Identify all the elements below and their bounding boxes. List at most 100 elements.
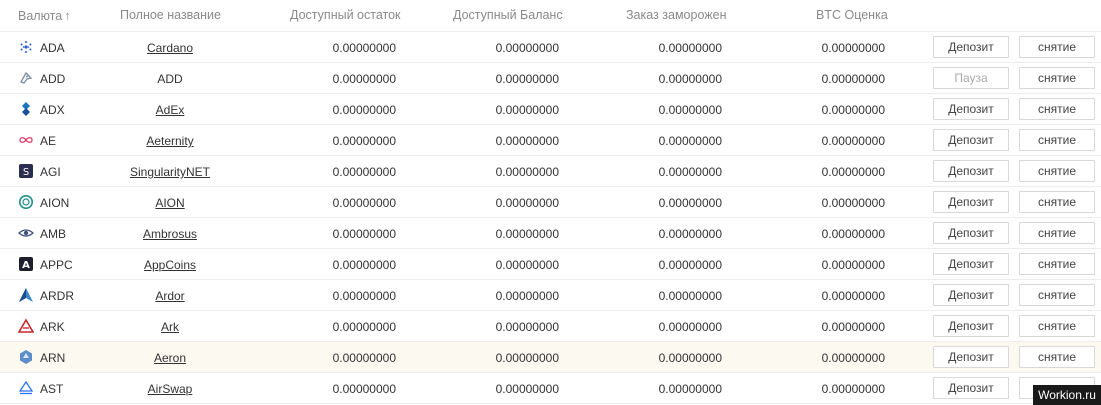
available-remaining-value: 0.00000000 xyxy=(332,351,396,365)
currency-full-name-link[interactable]: Aeternity xyxy=(100,134,240,148)
available-remaining-value: 0.00000000 xyxy=(332,382,396,396)
available-balance-value: 0.00000000 xyxy=(495,134,559,148)
btc-estimate-value: 0.00000000 xyxy=(821,165,885,179)
withdraw-button[interactable]: снятие xyxy=(1019,346,1095,368)
withdraw-button[interactable]: снятие xyxy=(1019,222,1095,244)
ambrosus-icon xyxy=(18,225,34,241)
btc-estimate-value: 0.00000000 xyxy=(821,351,885,365)
currency-ticker: AGI xyxy=(40,165,61,179)
deposit-button[interactable]: Депозит xyxy=(933,222,1009,244)
ark-icon xyxy=(18,318,34,334)
order-frozen-value: 0.00000000 xyxy=(658,41,722,55)
table-body: ADA Cardano 0.00000000 0.00000000 0.00000000… xyxy=(0,32,1101,404)
withdraw-button[interactable]: снятие xyxy=(1019,98,1095,120)
header-btc-estimate: BTC Оценка xyxy=(816,8,888,22)
deposit-button[interactable]: Депозит xyxy=(933,377,1009,399)
header-currency[interactable]: Валюта ↑ xyxy=(18,8,71,23)
btc-estimate-value: 0.00000000 xyxy=(821,72,885,86)
svg-text:S: S xyxy=(23,167,29,178)
currency-ticker: APPC xyxy=(40,258,73,272)
deposit-button[interactable]: Депозит xyxy=(933,36,1009,58)
available-balance-value: 0.00000000 xyxy=(495,41,559,55)
deposit-button[interactable]: Депозит xyxy=(933,160,1009,182)
withdraw-button[interactable]: снятие xyxy=(1019,284,1095,306)
order-frozen-value: 0.00000000 xyxy=(658,289,722,303)
table-row: ARN Aeron 0.00000000 0.00000000 0.00000000 0.… xyxy=(0,342,1101,373)
currency-full-name-link[interactable]: AdEx xyxy=(100,103,240,117)
cardano-icon xyxy=(18,39,34,55)
available-remaining-value: 0.00000000 xyxy=(332,320,396,334)
currency-full-name-link[interactable]: Ardor xyxy=(100,289,240,303)
order-frozen-value: 0.00000000 xyxy=(658,227,722,241)
btc-estimate-value: 0.00000000 xyxy=(821,289,885,303)
currency-full-name-link[interactable]: AppCoins xyxy=(100,258,240,272)
btc-estimate-value: 0.00000000 xyxy=(821,41,885,55)
currency-full-name-link: ADD xyxy=(157,72,183,86)
table-row: AE Aeternity 0.00000000 0.00000000 0.0000000… xyxy=(0,125,1101,156)
currency-ticker: ADX xyxy=(40,103,65,117)
withdraw-button[interactable]: снятие xyxy=(1019,160,1095,182)
deposit-button[interactable]: Депозит xyxy=(933,315,1009,337)
watermark: Workion.ru xyxy=(1033,385,1101,405)
available-balance-value: 0.00000000 xyxy=(495,165,559,179)
available-remaining-value: 0.00000000 xyxy=(332,289,396,303)
table-row: ADA Cardano 0.00000000 0.00000000 0.00000000… xyxy=(0,32,1101,63)
currency-full-name-link[interactable]: AirSwap xyxy=(100,382,240,396)
paused-button: Пауза xyxy=(933,67,1009,89)
currency-ticker: ADD xyxy=(40,72,66,86)
order-frozen-value: 0.00000000 xyxy=(658,320,722,334)
order-frozen-value: 0.00000000 xyxy=(658,351,722,365)
header-currency-label: Валюта xyxy=(18,9,63,23)
currency-full-name-link[interactable]: Ark xyxy=(100,320,240,334)
order-frozen-value: 0.00000000 xyxy=(658,72,722,86)
available-balance-value: 0.00000000 xyxy=(495,103,559,117)
table-row: ADD ADD 0.00000000 0.00000000 0.00000000 0.00… xyxy=(0,63,1101,94)
btc-estimate-value: 0.00000000 xyxy=(821,103,885,117)
deposit-button[interactable]: Депозит xyxy=(933,253,1009,275)
available-balance-value: 0.00000000 xyxy=(495,351,559,365)
table-row: AMB Ambrosus 0.00000000 0.00000000 0.0000000… xyxy=(0,218,1101,249)
available-balance-value: 0.00000000 xyxy=(495,289,559,303)
btc-estimate-value: 0.00000000 xyxy=(821,134,885,148)
deposit-button[interactable]: Депозит xyxy=(933,191,1009,213)
available-balance-value: 0.00000000 xyxy=(495,227,559,241)
available-remaining-value: 0.00000000 xyxy=(332,165,396,179)
order-frozen-value: 0.00000000 xyxy=(658,382,722,396)
withdraw-button[interactable]: снятие xyxy=(1019,67,1095,89)
appcoins-icon: A xyxy=(18,256,34,272)
currency-ticker: AE xyxy=(40,134,57,148)
currency-full-name-link[interactable]: Aeron xyxy=(100,351,240,365)
table-row: AST AirSwap 0.00000000 0.00000000 0.00000000… xyxy=(0,373,1101,404)
available-remaining-value: 0.00000000 xyxy=(332,103,396,117)
currency-full-name-link[interactable]: Ambrosus xyxy=(100,227,240,241)
btc-estimate-value: 0.00000000 xyxy=(821,196,885,210)
available-balance-value: 0.00000000 xyxy=(495,196,559,210)
currency-ticker: AION xyxy=(40,196,70,210)
deposit-button[interactable]: Депозит xyxy=(933,284,1009,306)
available-remaining-value: 0.00000000 xyxy=(332,41,396,55)
currency-full-name-link[interactable]: SingularityNET xyxy=(100,165,240,179)
available-balance-value: 0.00000000 xyxy=(495,320,559,334)
table-row: ADX AdEx 0.00000000 0.00000000 0.00000000 0.0… xyxy=(0,94,1101,125)
currency-full-name-link[interactable]: Cardano xyxy=(100,41,240,55)
table-row: A APPC AppCoins 0.00000000 0.00000000 0.00000… xyxy=(0,249,1101,280)
withdraw-button[interactable]: снятие xyxy=(1019,36,1095,58)
order-frozen-value: 0.00000000 xyxy=(658,258,722,272)
withdraw-button[interactable]: снятие xyxy=(1019,129,1095,151)
withdraw-button[interactable]: снятие xyxy=(1019,315,1095,337)
available-remaining-value: 0.00000000 xyxy=(332,258,396,272)
deposit-button[interactable]: Депозит xyxy=(933,129,1009,151)
available-remaining-value: 0.00000000 xyxy=(332,227,396,241)
btc-estimate-value: 0.00000000 xyxy=(821,382,885,396)
table-row: ARDR Ardor 0.00000000 0.00000000 0.00000000 0… xyxy=(0,280,1101,311)
aeron-icon xyxy=(18,349,34,365)
currency-full-name-link[interactable]: AION xyxy=(100,196,240,210)
deposit-button[interactable]: Депозит xyxy=(933,346,1009,368)
available-balance-value: 0.00000000 xyxy=(495,258,559,272)
add-icon xyxy=(18,70,34,86)
withdraw-button[interactable]: снятие xyxy=(1019,253,1095,275)
deposit-button[interactable]: Депозит xyxy=(933,98,1009,120)
withdraw-button[interactable]: снятие xyxy=(1019,191,1095,213)
singularitynet-icon: S xyxy=(18,163,34,179)
btc-estimate-value: 0.00000000 xyxy=(821,227,885,241)
